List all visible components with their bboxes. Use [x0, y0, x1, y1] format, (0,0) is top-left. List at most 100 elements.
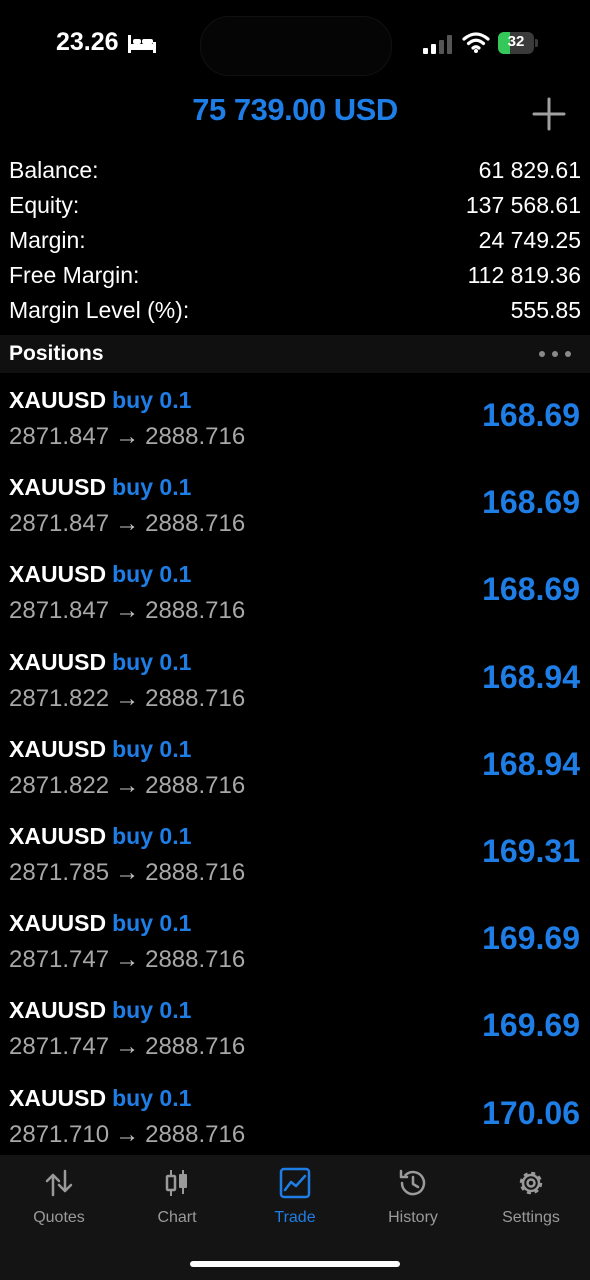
position-symbol: XAUUSD: [9, 997, 107, 1024]
current-price: 2888.716: [145, 1120, 246, 1148]
bed-icon: [127, 34, 156, 53]
current-price: 2888.716: [145, 858, 246, 886]
position-row[interactable]: XAUUSD buy 0.1 2871.847 → 2888.716 168.69: [0, 373, 590, 460]
battery-percent: 32: [507, 33, 525, 50]
position-row[interactable]: XAUUSD buy 0.1 2871.747 → 2888.716 169.69: [0, 983, 590, 1070]
position-row[interactable]: XAUUSD buy 0.1 2871.847 → 2888.716 168.69: [0, 460, 590, 547]
position-profit: 170.06: [482, 1094, 580, 1131]
open-price: 2871.710: [9, 1120, 110, 1148]
position-prices: 2871.822 → 2888.716: [9, 772, 245, 800]
position-side: buy 0.1: [112, 997, 192, 1024]
position-symbol: XAUUSD: [9, 735, 107, 762]
tab-label: History: [388, 1209, 438, 1226]
open-price: 2871.847: [9, 510, 110, 538]
tab-label: Settings: [502, 1209, 560, 1226]
position-profit: 168.69: [482, 484, 580, 521]
open-price: 2871.785: [9, 858, 110, 886]
positions-title: Positions: [9, 342, 104, 365]
battery-body: 32: [498, 32, 534, 54]
position-row[interactable]: XAUUSD buy 0.1 2871.822 → 2888.716 168.94: [0, 722, 590, 809]
position-prices: 2871.847 → 2888.716: [9, 597, 245, 625]
position-row[interactable]: XAUUSD buy 0.1 2871.847 → 2888.716 168.69: [0, 547, 590, 634]
status-bar: 23.26 32: [0, 0, 590, 90]
position-profit: 168.69: [482, 571, 580, 608]
arrow-right-icon: →: [115, 510, 140, 538]
open-price: 2871.847: [9, 597, 110, 625]
position-symbol: XAUUSD: [9, 822, 107, 849]
position-symbol: XAUUSD: [9, 387, 107, 413]
position-prices: 2871.747 → 2888.716: [9, 946, 245, 974]
position-title: XAUUSD buy 0.1: [9, 649, 191, 676]
more-dots-icon[interactable]: [538, 350, 572, 358]
equity-row: Equity: 137 568.61: [0, 188, 590, 223]
position-row[interactable]: XAUUSD buy 0.1 2871.747 → 2888.716 169.69: [0, 896, 590, 983]
position-title: XAUUSD buy 0.1: [9, 387, 191, 414]
arrow-right-icon: →: [115, 771, 140, 799]
position-symbol: XAUUSD: [9, 648, 107, 675]
position-side: buy 0.1: [112, 474, 192, 501]
open-price: 2871.822: [9, 771, 110, 799]
dynamic-island: [200, 16, 392, 76]
current-price: 2888.716: [145, 597, 246, 625]
position-symbol: XAUUSD: [9, 474, 107, 501]
equity-label: Equity:: [9, 192, 80, 218]
position-profit: 169.31: [482, 832, 580, 869]
open-price: 2871.822: [9, 684, 110, 712]
tab-chart[interactable]: Chart: [118, 1155, 236, 1235]
arrow-right-icon: →: [115, 1033, 140, 1061]
time-label: 23.26: [56, 28, 119, 56]
open-price: 2871.747: [9, 1033, 110, 1061]
position-prices: 2871.847 → 2888.716: [9, 510, 245, 538]
open-price: 2871.847: [9, 423, 110, 450]
tab-history[interactable]: History: [354, 1155, 472, 1235]
position-side: buy 0.1: [112, 822, 192, 849]
home-indicator[interactable]: [190, 1261, 400, 1267]
plus-icon[interactable]: [532, 97, 566, 131]
arrow-right-icon: →: [115, 597, 140, 625]
position-side: buy 0.1: [112, 387, 192, 413]
balance-row: Balance: 61 829.61: [0, 153, 590, 188]
quotes-arrows-icon: [45, 1169, 73, 1197]
balance-label: Balance:: [9, 157, 99, 183]
arrow-right-icon: →: [115, 1120, 140, 1148]
margin-level-row: Margin Level (%): 555.85: [0, 293, 590, 328]
account-total: 75 739.00 USD: [192, 92, 398, 127]
position-profit: 168.94: [482, 658, 580, 695]
position-symbol: XAUUSD: [9, 561, 107, 588]
margin-level-value: 555.85: [510, 297, 581, 323]
tab-trade[interactable]: Trade: [236, 1155, 354, 1235]
position-row[interactable]: XAUUSD buy 0.1 2871.822 → 2888.716 168.94: [0, 635, 590, 722]
free-margin-row: Free Margin: 112 819.36: [0, 258, 590, 293]
position-profit: 169.69: [482, 920, 580, 957]
margin-row: Margin: 24 749.25: [0, 223, 590, 258]
gear-icon: [519, 1171, 543, 1195]
current-price: 2888.716: [145, 423, 246, 450]
margin-value: 24 749.25: [478, 227, 581, 253]
free-margin-value: 112 819.36: [467, 262, 581, 288]
battery-icon: 32: [498, 32, 540, 54]
candlestick-icon: [165, 1170, 187, 1196]
position-side: buy 0.1: [112, 1084, 192, 1111]
tab-settings[interactable]: Settings: [472, 1155, 590, 1235]
tab-label: Chart: [157, 1209, 197, 1226]
position-row[interactable]: XAUUSD buy 0.1 2871.785 → 2888.716 169.31: [0, 809, 590, 896]
margin-level-label: Margin Level (%):: [9, 297, 190, 323]
current-price: 2888.716: [145, 771, 246, 799]
tab-quotes[interactable]: Quotes: [0, 1155, 118, 1235]
position-title: XAUUSD buy 0.1: [9, 736, 191, 763]
current-price: 2888.716: [145, 946, 246, 974]
position-title: XAUUSD buy 0.1: [9, 910, 191, 937]
current-price: 2888.716: [145, 1033, 246, 1061]
current-price: 2888.716: [145, 510, 246, 538]
wifi-icon: [462, 32, 490, 53]
arrow-right-icon: →: [115, 858, 140, 886]
position-profit: 169.69: [482, 1007, 580, 1044]
position-side: buy 0.1: [112, 735, 192, 762]
balance-value: 61 829.61: [478, 157, 581, 183]
position-row[interactable]: XAUUSD buy 0.1 2871.710 → 2888.716 170.06: [0, 1071, 590, 1158]
position-title: XAUUSD buy 0.1: [9, 561, 191, 588]
current-price: 2888.716: [145, 684, 246, 712]
position-prices: 2871.747 → 2888.716: [9, 1033, 245, 1061]
history-clock-icon: [399, 1169, 426, 1196]
position-side: buy 0.1: [112, 910, 192, 937]
